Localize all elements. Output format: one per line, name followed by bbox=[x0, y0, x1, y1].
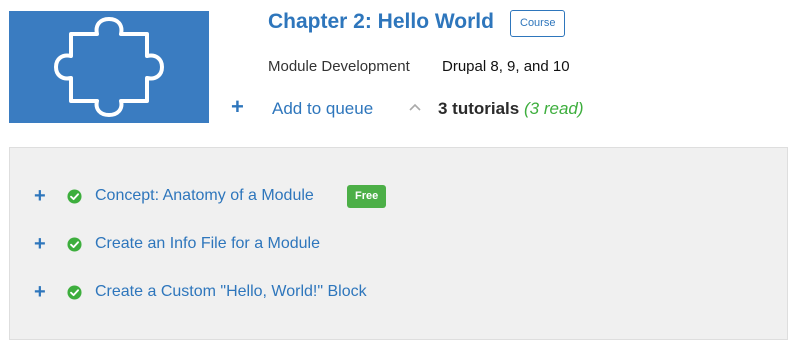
check-circle-icon bbox=[67, 237, 82, 252]
expand-plus-icon[interactable]: + bbox=[34, 281, 46, 303]
check-circle-icon bbox=[67, 285, 82, 300]
tutorial-link[interactable]: Concept: Anatomy of a Module bbox=[95, 187, 314, 205]
tutorial-list: + Concept: Anatomy of a Module Free + Cr… bbox=[9, 147, 788, 340]
tutorial-link[interactable]: Create a Custom "Hello, World!" Block bbox=[95, 283, 367, 301]
tutorial-link[interactable]: Create an Info File for a Module bbox=[95, 235, 320, 253]
expand-plus-icon[interactable]: + bbox=[34, 185, 46, 207]
chapter-title[interactable]: Chapter 2: Hello World bbox=[268, 10, 494, 34]
puzzle-piece-icon bbox=[54, 17, 164, 117]
caret-up-icon[interactable] bbox=[408, 99, 422, 115]
read-count: (3 read) bbox=[524, 99, 584, 118]
chapter-image[interactable] bbox=[9, 11, 209, 123]
course-badge: Course bbox=[510, 10, 566, 37]
add-to-queue-icon[interactable]: + bbox=[231, 96, 244, 118]
check-circle-icon bbox=[67, 189, 82, 204]
topic-label: Module Development bbox=[268, 58, 410, 75]
free-badge: Free bbox=[347, 185, 387, 208]
list-item: + Concept: Anatomy of a Module Free bbox=[10, 185, 787, 209]
add-to-queue-link[interactable]: Add to queue bbox=[272, 99, 373, 119]
tutorial-count: 3 tutorials bbox=[438, 99, 520, 118]
drupal-versions: Drupal 8, 9, and 10 bbox=[442, 58, 570, 75]
list-item: + Create an Info File for a Module bbox=[10, 233, 787, 257]
expand-plus-icon[interactable]: + bbox=[34, 233, 46, 255]
list-item: + Create a Custom "Hello, World!" Block bbox=[10, 281, 787, 305]
